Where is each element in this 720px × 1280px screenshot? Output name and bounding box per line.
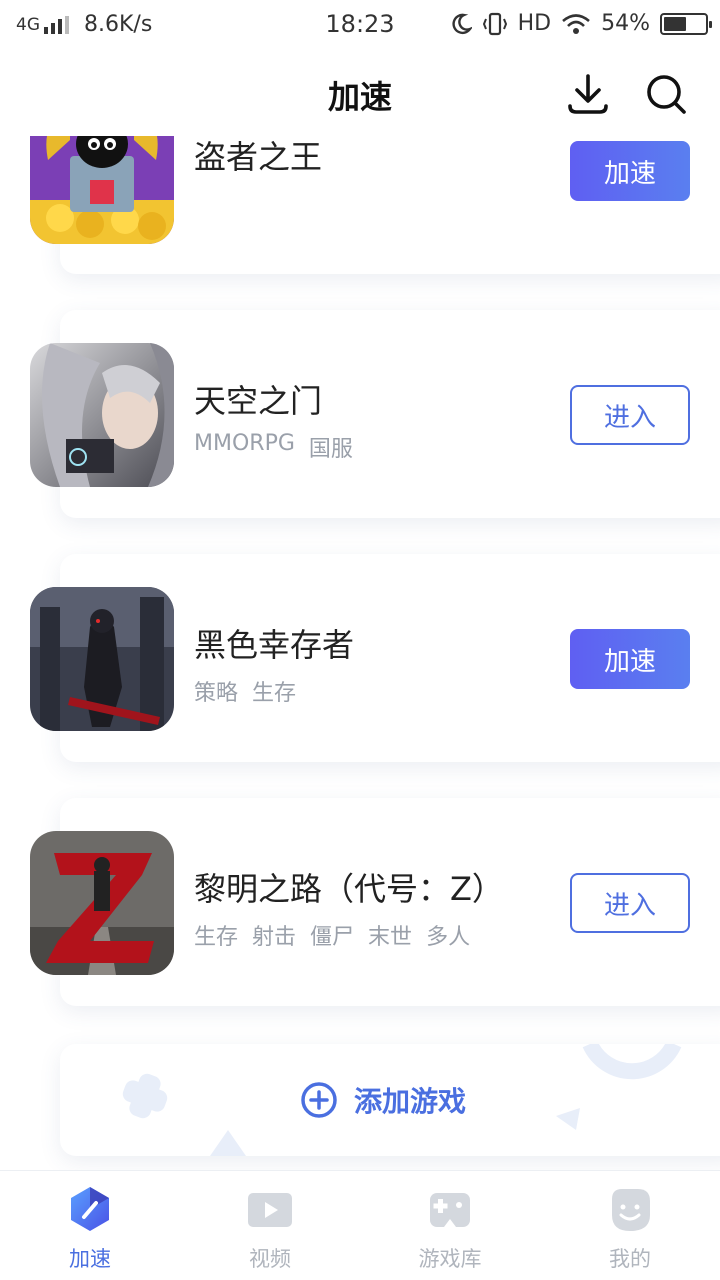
game-tag: 生存 bbox=[252, 681, 297, 706]
battery-icon bbox=[660, 12, 712, 35]
game-tag: 国服 bbox=[308, 437, 353, 462]
add-game-button[interactable]: 添加游戏 bbox=[300, 1080, 466, 1120]
nav-label: 视频 bbox=[249, 1247, 291, 1271]
nav-item-video[interactable]: 视频 bbox=[180, 1171, 360, 1280]
vibrate-icon bbox=[482, 12, 507, 35]
game-name: 盗者之王 bbox=[194, 138, 323, 176]
gamepad-icon bbox=[430, 1193, 470, 1227]
game-list[interactable]: 盗者之王 加速 天空之门 MMORPG 国服 进入 黑色幸存者 策略 生存 加速… bbox=[0, 0, 720, 1170]
accelerate-button[interactable]: 加速 bbox=[570, 629, 690, 689]
game-tag: 策略 bbox=[194, 681, 239, 706]
bottom-nav: 加速 视频 游戏库 我的 bbox=[0, 1170, 720, 1280]
battery-percent: 54% bbox=[601, 11, 650, 36]
profile-icon bbox=[612, 1189, 650, 1231]
game-icon-sky-gate[interactable] bbox=[30, 343, 174, 487]
search-icon[interactable] bbox=[642, 70, 690, 118]
enter-button[interactable]: 进入 bbox=[570, 873, 690, 933]
top-bar: 加速 bbox=[0, 52, 720, 136]
game-tag: 射击 bbox=[252, 925, 297, 950]
accelerate-button[interactable]: 加速 bbox=[570, 141, 690, 201]
game-tag: 多人 bbox=[426, 925, 471, 950]
add-game-card[interactable]: 添加游戏 bbox=[60, 1044, 720, 1156]
nav-item-game-library[interactable]: 游戏库 bbox=[360, 1171, 540, 1280]
game-tags: 生存 射击 僵尸 末世 多人 bbox=[194, 919, 484, 951]
game-tag: 生存 bbox=[194, 925, 239, 950]
wifi-icon bbox=[562, 13, 590, 34]
game-name: 黑色幸存者 bbox=[194, 626, 355, 664]
game-tags: 策略 生存 bbox=[194, 675, 310, 707]
add-game-label: 添加游戏 bbox=[354, 1085, 467, 1118]
game-name: 天空之门 bbox=[194, 382, 323, 420]
hd-indicator: HD bbox=[517, 11, 552, 36]
nav-item-profile[interactable]: 我的 bbox=[540, 1171, 720, 1280]
game-tag: MMORPG bbox=[194, 431, 295, 456]
nav-item-accelerate[interactable]: 加速 bbox=[0, 1171, 180, 1280]
enter-button[interactable]: 进入 bbox=[570, 385, 690, 445]
game-name: 黎明之路（代号：Z） bbox=[194, 870, 504, 908]
plus-circle-icon bbox=[301, 1082, 337, 1118]
status-bar: 4G 8.6K/s 18:23 HD 54% bbox=[0, 0, 720, 52]
nav-label: 游戏库 bbox=[418, 1247, 482, 1271]
game-tags: MMORPG 国服 bbox=[194, 431, 367, 463]
game-tag: 末世 bbox=[368, 925, 413, 950]
page-title: 加速 bbox=[327, 78, 392, 116]
game-tag: 僵尸 bbox=[310, 925, 355, 950]
download-icon[interactable] bbox=[564, 70, 612, 118]
video-icon bbox=[248, 1193, 292, 1227]
game-icon-black-survivor[interactable] bbox=[30, 587, 174, 731]
moon-icon bbox=[452, 13, 472, 34]
nav-label: 我的 bbox=[609, 1247, 651, 1271]
game-icon-dawn-road-z[interactable] bbox=[30, 831, 174, 975]
app-screen: 盗者之王 加速 天空之门 MMORPG 国服 进入 黑色幸存者 策略 生存 加速… bbox=[0, 0, 720, 1280]
nav-label: 加速 bbox=[69, 1247, 111, 1271]
accelerate-icon bbox=[71, 1187, 109, 1231]
